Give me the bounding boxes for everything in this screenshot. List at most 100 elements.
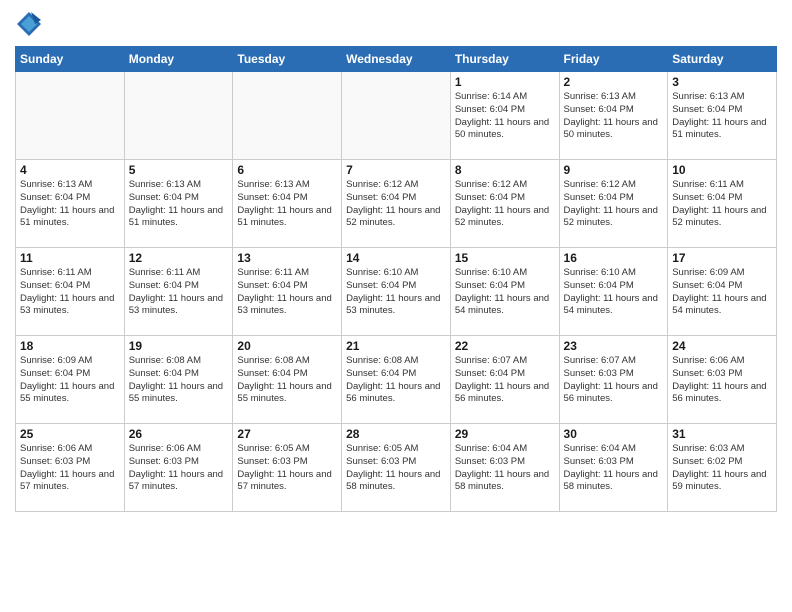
- day-number: 29: [455, 427, 555, 441]
- day-header-monday: Monday: [124, 47, 233, 72]
- day-number: 24: [672, 339, 772, 353]
- day-header-wednesday: Wednesday: [342, 47, 451, 72]
- calendar-cell: 13Sunrise: 6:11 AMSunset: 6:04 PMDayligh…: [233, 248, 342, 336]
- day-info: Sunrise: 6:10 AMSunset: 6:04 PMDaylight:…: [455, 267, 555, 318]
- day-info: Sunrise: 6:13 AMSunset: 6:04 PMDaylight:…: [672, 91, 772, 142]
- day-number: 15: [455, 251, 555, 265]
- day-info: Sunrise: 6:04 AMSunset: 6:03 PMDaylight:…: [455, 443, 555, 494]
- calendar-cell: 11 Sunrise: 6:11 AMSunset: 6:04 PMDayligh…: [16, 248, 125, 336]
- calendar-cell: 6 Sunrise: 6:13 AMSunset: 6:04 PMDaylight…: [233, 160, 342, 248]
- day-number: 26: [129, 427, 229, 441]
- calendar-cell: 3 Sunrise: 6:13 AMSunset: 6:04 PMDaylight…: [668, 72, 777, 160]
- day-number: 9: [564, 163, 664, 177]
- day-number: 21: [346, 339, 446, 353]
- calendar-cell: 15 Sunrise: 6:10 AMSunset: 6:04 PMDayligh…: [450, 248, 559, 336]
- calendar-cell: 20Sunrise: 6:08 AMSunset: 6:04 PMDayligh…: [233, 336, 342, 424]
- day-info: Sunrise: 6:11 AMSunset: 6:04 PMDaylight:…: [20, 267, 120, 318]
- day-number: 25: [20, 427, 120, 441]
- day-number: 11: [20, 251, 120, 265]
- day-info: Sunrise: 6:09 AMSunset: 6:04 PMDaylight:…: [20, 355, 120, 406]
- calendar-cell: 27 Sunrise: 6:05 AMSunset: 6:03 PMDayligh…: [233, 424, 342, 512]
- calendar-cell: 9 Sunrise: 6:12 AMSunset: 6:04 PMDaylight…: [559, 160, 668, 248]
- day-info: Sunrise: 6:07 AMSunset: 6:04 PMDaylight:…: [455, 355, 555, 406]
- day-header-sunday: Sunday: [16, 47, 125, 72]
- day-info: Sunrise: 6:10 AMSunset: 6:04 PMDaylight:…: [564, 267, 664, 318]
- day-number: 3: [672, 75, 772, 89]
- calendar-cell: 24 Sunrise: 6:06 AMSunset: 6:03 PMDayligh…: [668, 336, 777, 424]
- calendar-cell: 4 Sunrise: 6:13 AMSunset: 6:04 PMDaylight…: [16, 160, 125, 248]
- day-number: 7: [346, 163, 446, 177]
- day-info: Sunrise: 6:10 AMSunset: 6:04 PMDaylight:…: [346, 267, 446, 318]
- day-number: 4: [20, 163, 120, 177]
- day-info: Sunrise: 6:12 AMSunset: 6:04 PMDaylight:…: [346, 179, 446, 230]
- calendar-cell: 8Sunrise: 6:12 AMSunset: 6:04 PMDaylight…: [450, 160, 559, 248]
- day-info: Sunrise: 6:05 AMSunset: 6:03 PMDaylight:…: [237, 443, 337, 494]
- day-info: Sunrise: 6:09 AMSunset: 6:04 PMDaylight:…: [672, 267, 772, 318]
- calendar-cell: 22Sunrise: 6:07 AMSunset: 6:04 PMDayligh…: [450, 336, 559, 424]
- day-info: Sunrise: 6:12 AMSunset: 6:04 PMDaylight:…: [564, 179, 664, 230]
- calendar-cell: 23Sunrise: 6:07 AMSunset: 6:03 PMDayligh…: [559, 336, 668, 424]
- calendar-cell: 17 Sunrise: 6:09 AMSunset: 6:04 PMDayligh…: [668, 248, 777, 336]
- day-number: 30: [564, 427, 664, 441]
- header: [15, 10, 777, 38]
- calendar-cell: [233, 72, 342, 160]
- calendar-cell: [16, 72, 125, 160]
- day-info: Sunrise: 6:13 AMSunset: 6:04 PMDaylight:…: [20, 179, 120, 230]
- day-info: Sunrise: 6:08 AMSunset: 6:04 PMDaylight:…: [237, 355, 337, 406]
- calendar-cell: 5Sunrise: 6:13 AMSunset: 6:04 PMDaylight…: [124, 160, 233, 248]
- week-row-4: 18 Sunrise: 6:09 AMSunset: 6:04 PMDayligh…: [16, 336, 777, 424]
- day-number: 6: [237, 163, 337, 177]
- calendar-cell: 2Sunrise: 6:13 AMSunset: 6:04 PMDaylight…: [559, 72, 668, 160]
- calendar-cell: 16 Sunrise: 6:10 AMSunset: 6:04 PMDayligh…: [559, 248, 668, 336]
- day-info: Sunrise: 6:11 AMSunset: 6:04 PMDaylight:…: [672, 179, 772, 230]
- day-info: Sunrise: 6:13 AMSunset: 6:04 PMDaylight:…: [237, 179, 337, 230]
- day-info: Sunrise: 6:06 AMSunset: 6:03 PMDaylight:…: [20, 443, 120, 494]
- calendar-cell: 14 Sunrise: 6:10 AMSunset: 6:04 PMDayligh…: [342, 248, 451, 336]
- calendar-cell: 28 Sunrise: 6:05 AMSunset: 6:03 PMDayligh…: [342, 424, 451, 512]
- day-number: 17: [672, 251, 772, 265]
- day-info: Sunrise: 6:11 AMSunset: 6:04 PMDaylight:…: [129, 267, 229, 318]
- logo: [15, 10, 47, 38]
- day-number: 1: [455, 75, 555, 89]
- day-header-thursday: Thursday: [450, 47, 559, 72]
- week-row-2: 4 Sunrise: 6:13 AMSunset: 6:04 PMDaylight…: [16, 160, 777, 248]
- day-info: Sunrise: 6:04 AMSunset: 6:03 PMDaylight:…: [564, 443, 664, 494]
- calendar-cell: 25 Sunrise: 6:06 AMSunset: 6:03 PMDayligh…: [16, 424, 125, 512]
- day-info: Sunrise: 6:03 AMSunset: 6:02 PMDaylight:…: [672, 443, 772, 494]
- day-info: Sunrise: 6:06 AMSunset: 6:03 PMDaylight:…: [129, 443, 229, 494]
- day-number: 18: [20, 339, 120, 353]
- day-header-saturday: Saturday: [668, 47, 777, 72]
- page: SundayMondayTuesdayWednesdayThursdayFrid…: [0, 0, 792, 522]
- day-info: Sunrise: 6:05 AMSunset: 6:03 PMDaylight:…: [346, 443, 446, 494]
- day-header-friday: Friday: [559, 47, 668, 72]
- day-number: 28: [346, 427, 446, 441]
- week-row-3: 11 Sunrise: 6:11 AMSunset: 6:04 PMDayligh…: [16, 248, 777, 336]
- week-row-1: 1 Sunrise: 6:14 AMSunset: 6:04 PMDaylight…: [16, 72, 777, 160]
- day-number: 10: [672, 163, 772, 177]
- calendar-cell: 26 Sunrise: 6:06 AMSunset: 6:03 PMDayligh…: [124, 424, 233, 512]
- day-info: Sunrise: 6:14 AMSunset: 6:04 PMDaylight:…: [455, 91, 555, 142]
- day-number: 31: [672, 427, 772, 441]
- calendar-cell: 19 Sunrise: 6:08 AMSunset: 6:04 PMDayligh…: [124, 336, 233, 424]
- calendar-cell: 12 Sunrise: 6:11 AMSunset: 6:04 PMDayligh…: [124, 248, 233, 336]
- calendar-cell: 29 Sunrise: 6:04 AMSunset: 6:03 PMDayligh…: [450, 424, 559, 512]
- day-number: 2: [564, 75, 664, 89]
- day-info: Sunrise: 6:08 AMSunset: 6:04 PMDaylight:…: [346, 355, 446, 406]
- calendar-cell: 1 Sunrise: 6:14 AMSunset: 6:04 PMDaylight…: [450, 72, 559, 160]
- day-number: 13: [237, 251, 337, 265]
- calendar-cell: [124, 72, 233, 160]
- day-number: 19: [129, 339, 229, 353]
- calendar: SundayMondayTuesdayWednesdayThursdayFrid…: [15, 46, 777, 512]
- day-number: 27: [237, 427, 337, 441]
- calendar-header-row: SundayMondayTuesdayWednesdayThursdayFrid…: [16, 47, 777, 72]
- calendar-cell: [342, 72, 451, 160]
- week-row-5: 25 Sunrise: 6:06 AMSunset: 6:03 PMDayligh…: [16, 424, 777, 512]
- day-info: Sunrise: 6:06 AMSunset: 6:03 PMDaylight:…: [672, 355, 772, 406]
- day-number: 5: [129, 163, 229, 177]
- day-number: 16: [564, 251, 664, 265]
- day-number: 12: [129, 251, 229, 265]
- day-number: 14: [346, 251, 446, 265]
- logo-icon: [15, 10, 43, 38]
- day-header-tuesday: Tuesday: [233, 47, 342, 72]
- day-info: Sunrise: 6:08 AMSunset: 6:04 PMDaylight:…: [129, 355, 229, 406]
